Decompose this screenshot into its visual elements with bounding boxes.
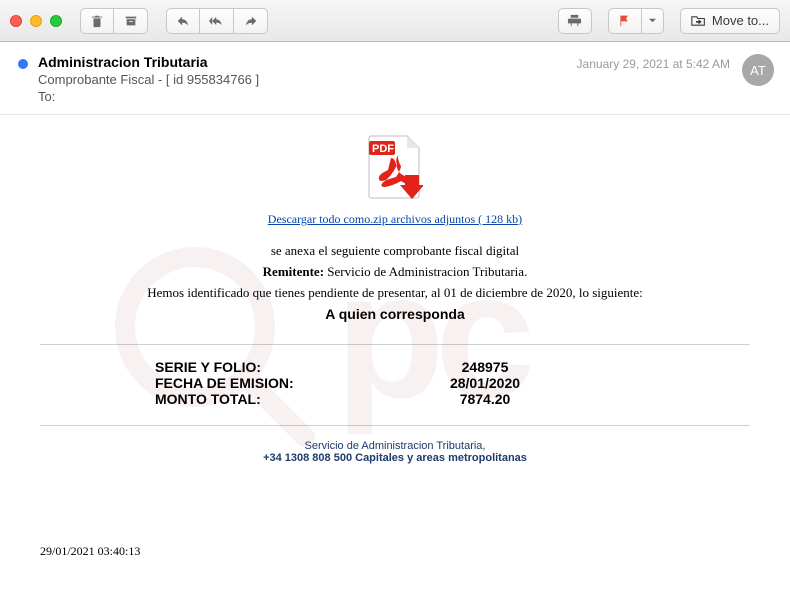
minimize-window-button[interactable] xyxy=(30,15,42,27)
message-timestamp: 29/01/2021 03:40:13 xyxy=(40,544,750,559)
monto-label: MONTO TOTAL: xyxy=(155,391,405,407)
close-window-button[interactable] xyxy=(10,15,22,27)
chevron-down-icon xyxy=(648,16,657,25)
reply-all-icon xyxy=(209,14,225,28)
trash-icon xyxy=(90,14,104,28)
flag-button[interactable] xyxy=(608,8,642,34)
row-fecha: FECHA DE EMISION: 28/01/2020 xyxy=(155,375,635,391)
flag-group xyxy=(608,8,664,34)
reply-all-button[interactable] xyxy=(200,8,234,34)
window-toolbar: Move to... xyxy=(0,0,790,42)
serie-folio-label: SERIE Y FOLIO: xyxy=(155,359,405,375)
footer-phone: +34 1308 808 500 Capitales y areas metro… xyxy=(40,452,750,464)
forward-icon xyxy=(244,14,258,28)
move-to-button[interactable]: Move to... xyxy=(680,8,780,34)
divider-top xyxy=(40,344,750,345)
archive-button[interactable] xyxy=(114,8,148,34)
move-icon xyxy=(691,14,706,28)
to-label: To: xyxy=(38,89,55,104)
serie-folio-value: 248975 xyxy=(405,359,565,375)
to-line: To: xyxy=(38,89,772,104)
message-body: pc PDF Descargar todo como.zip archivos … xyxy=(0,115,790,579)
body-line-pending: Hemos identificado que tienes pendiente … xyxy=(40,283,750,304)
forward-button[interactable] xyxy=(234,8,268,34)
reply-icon xyxy=(176,14,190,28)
archive-icon xyxy=(124,14,138,28)
row-serie-folio: SERIE Y FOLIO: 248975 xyxy=(155,359,635,375)
avatar: AT xyxy=(742,54,774,86)
row-monto: MONTO TOTAL: 7874.20 xyxy=(155,391,635,407)
traffic-lights xyxy=(10,15,62,27)
detail-table: SERIE Y FOLIO: 248975 FECHA DE EMISION: … xyxy=(155,359,635,407)
download-link[interactable]: Descargar todo como.zip archivos adjunto… xyxy=(268,212,522,226)
printer-icon xyxy=(567,13,582,28)
delete-button[interactable] xyxy=(80,8,114,34)
reply-forward-group xyxy=(166,8,268,34)
reply-button[interactable] xyxy=(166,8,200,34)
print-button[interactable] xyxy=(558,8,592,34)
footer-block: Servicio de Administracion Tributaria, +… xyxy=(40,440,750,464)
move-to-label: Move to... xyxy=(712,13,769,28)
body-line-remitente: Remitente: Servicio de Administracion Tr… xyxy=(40,262,750,283)
fecha-label: FECHA DE EMISION: xyxy=(155,375,405,391)
monto-value: 7874.20 xyxy=(405,391,565,407)
message-date: January 29, 2021 at 5:42 AM xyxy=(577,57,730,71)
fecha-value: 28/01/2020 xyxy=(405,375,565,391)
subject-line: Comprobante Fiscal - [ id 955834766 ] xyxy=(38,72,772,87)
footer-org: Servicio de Administracion Tributaria, xyxy=(40,440,750,452)
divider-bottom xyxy=(40,425,750,426)
flag-dropdown-button[interactable] xyxy=(642,8,664,34)
zoom-window-button[interactable] xyxy=(50,15,62,27)
message-header: Administracion Tributaria Comprobante Fi… xyxy=(0,42,790,115)
pdf-attachment-icon[interactable]: PDF xyxy=(367,135,423,201)
body-line-attachment: se anexa el seguiente comprobante fiscal… xyxy=(40,241,750,262)
flag-icon xyxy=(618,14,631,27)
svg-text:PDF: PDF xyxy=(372,143,394,155)
unread-indicator xyxy=(18,59,28,69)
addressee-line: A quien corresponda xyxy=(40,303,750,325)
delete-archive-group xyxy=(80,8,148,34)
